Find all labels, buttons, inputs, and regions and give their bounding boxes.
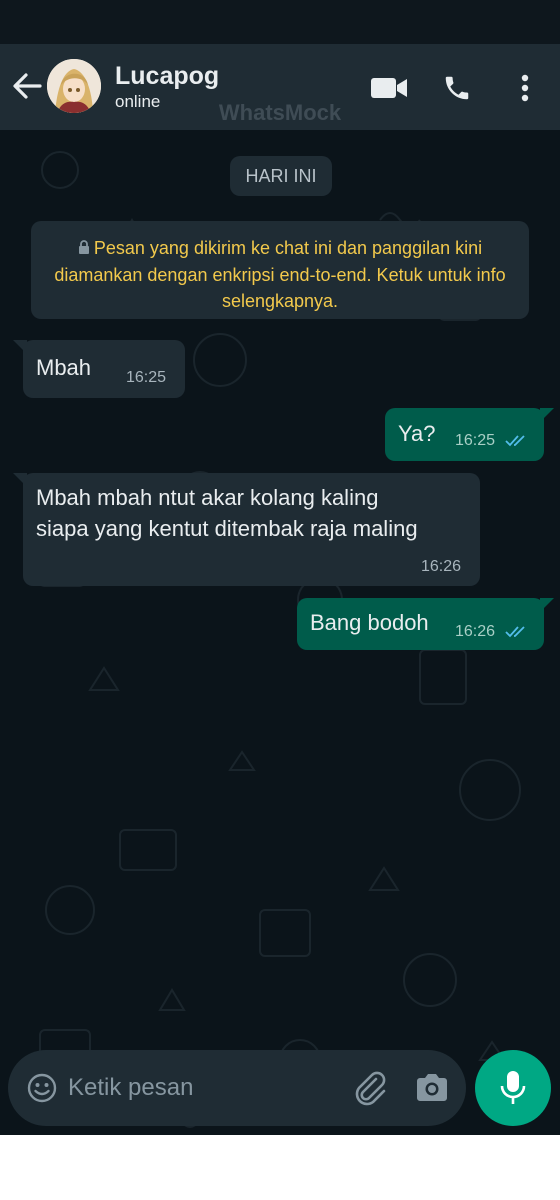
status-bar (0, 0, 560, 44)
message-text: Mbah (36, 355, 92, 380)
message-text-line: Mbah mbah ntut akar kolang kaling (36, 485, 379, 510)
mic-button[interactable] (475, 1050, 551, 1126)
message-time: 16:26 (421, 558, 462, 575)
day-divider: HARI INI (230, 156, 332, 196)
message-composer[interactable]: Ketik pesan (8, 1050, 466, 1126)
message-input[interactable]: Ketik pesan (68, 1074, 193, 1102)
encryption-notice[interactable]: Pesan yang dikirim ke chat ini dan pangg… (31, 221, 529, 319)
phone-icon[interactable] (435, 66, 479, 110)
chat-area[interactable]: HARI INI Pesan yang dikirim ke chat ini … (0, 130, 560, 1135)
bottom-blank-area (0, 1135, 560, 1200)
encryption-notice-text: Pesan yang dikirim ke chat ini dan pangg… (54, 238, 506, 311)
message-text: Ya? (398, 421, 436, 446)
message-incoming[interactable]: Mbah mbah ntut akar kolang kaling siapa … (13, 473, 480, 586)
read-ticks-icon (505, 435, 525, 447)
message-time: 16:25 (126, 369, 167, 386)
message-outgoing[interactable]: Ya? 16:25 (385, 408, 554, 461)
mic-icon (500, 1071, 526, 1104)
contact-name[interactable]: Lucapog (115, 62, 219, 91)
read-ticks-icon (505, 626, 525, 638)
lock-icon (78, 236, 90, 262)
message-outgoing[interactable]: Bang bodoh 16:26 (297, 598, 554, 650)
message-time: 16:25 (455, 432, 496, 449)
message-incoming[interactable]: Mbah 16:25 (13, 340, 185, 398)
more-vertical-icon[interactable] (503, 66, 547, 110)
message-text-line: siapa yang kentut ditembak raja maling (36, 516, 418, 541)
camera-icon[interactable] (414, 1072, 450, 1109)
back-arrow-icon[interactable] (10, 69, 44, 103)
message-time: 16:26 (455, 623, 496, 640)
attach-icon[interactable] (354, 1070, 388, 1111)
emoji-icon[interactable] (26, 1072, 58, 1109)
message-text: Bang bodoh (310, 610, 429, 635)
video-call-icon[interactable] (367, 66, 411, 110)
chat-header: Lucapog online WhatsMock (0, 44, 560, 130)
